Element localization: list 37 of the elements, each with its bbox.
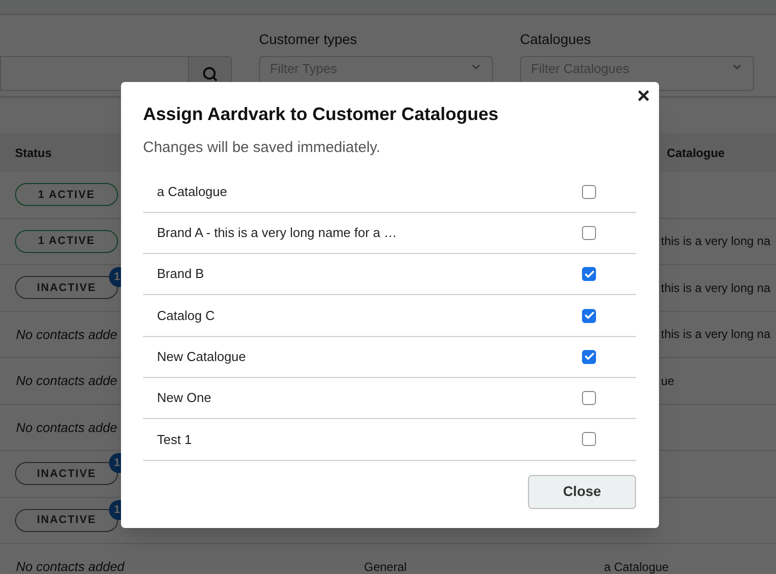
catalogue-row[interactable]: New Catalogue bbox=[143, 336, 636, 378]
catalogue-row[interactable]: Brand B bbox=[143, 254, 636, 296]
table-cell-text: this is a very long na bbox=[661, 280, 770, 297]
filter-label: Catalogues bbox=[520, 30, 592, 49]
checkbox[interactable] bbox=[582, 184, 596, 199]
catalogue-row[interactable]: Brand A - this is a very long name for a … bbox=[143, 212, 636, 254]
column-header: Catalogue bbox=[666, 144, 725, 162]
status-note: No contacts added bbox=[16, 558, 124, 574]
dialog-subtitle: Changes will be saved immediately. bbox=[143, 138, 382, 158]
catalogue-row[interactable]: Catalog C bbox=[143, 295, 636, 337]
table-cell-text: this is a very long na bbox=[661, 326, 770, 344]
checkbox[interactable] bbox=[582, 391, 596, 406]
checkbox[interactable] bbox=[582, 267, 596, 282]
status-pill: 1 ACTIVE bbox=[15, 230, 118, 253]
status-note: No contacts adde bbox=[16, 326, 118, 344]
checkbox[interactable] bbox=[582, 350, 596, 364]
check-icon bbox=[584, 268, 594, 280]
column-header: Status bbox=[15, 144, 52, 162]
table-cell-text: ue bbox=[661, 372, 674, 390]
check-icon bbox=[584, 351, 594, 362]
table-cell-text: this is a very long na bbox=[661, 233, 770, 250]
checkbox[interactable] bbox=[582, 308, 596, 323]
catalogue-row[interactable]: a Catalogue bbox=[143, 172, 636, 213]
dialog-title: Assign Aardvark to Customer Catalogues bbox=[143, 103, 500, 126]
filter-label: Customer types bbox=[259, 30, 358, 49]
catalogue-row[interactable]: New One bbox=[143, 378, 636, 420]
search-icon bbox=[202, 66, 218, 82]
status-note: No contacts adde bbox=[16, 372, 118, 390]
status-note: No contacts adde bbox=[16, 418, 118, 436]
catalogue-row[interactable]: Test 1 bbox=[143, 419, 636, 461]
status-pill: 1 ACTIVE bbox=[15, 183, 118, 206]
check-icon bbox=[584, 310, 594, 322]
close-dialog-button[interactable]: Close bbox=[528, 474, 636, 509]
table-cell-text: General bbox=[364, 558, 407, 574]
checkbox[interactable] bbox=[582, 432, 596, 446]
checkbox[interactable] bbox=[582, 226, 596, 240]
table-cell-text: a Catalogue bbox=[604, 558, 669, 574]
